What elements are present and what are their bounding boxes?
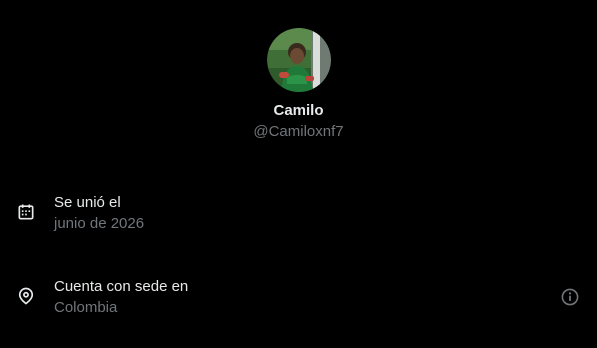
info-icon[interactable] xyxy=(560,287,580,307)
joined-label: Se unió el xyxy=(54,194,121,211)
location-pin-icon xyxy=(18,287,34,305)
avatar[interactable] xyxy=(266,28,331,92)
calendar-icon xyxy=(18,204,34,220)
location-label: Cuenta con sede en xyxy=(54,278,189,295)
account-location-row: Cuenta con sede en Colombia xyxy=(0,276,597,320)
joined-date-value: junio de 2026 xyxy=(54,215,145,232)
username-handle: @Camiloxnf7 xyxy=(253,123,344,140)
joined-date-row: Se unió el junio de 2026 xyxy=(0,192,597,236)
profile-header: Camilo @Camiloxnf7 xyxy=(0,28,597,141)
location-value: Colombia xyxy=(54,299,118,316)
display-name: Camilo xyxy=(273,102,324,119)
